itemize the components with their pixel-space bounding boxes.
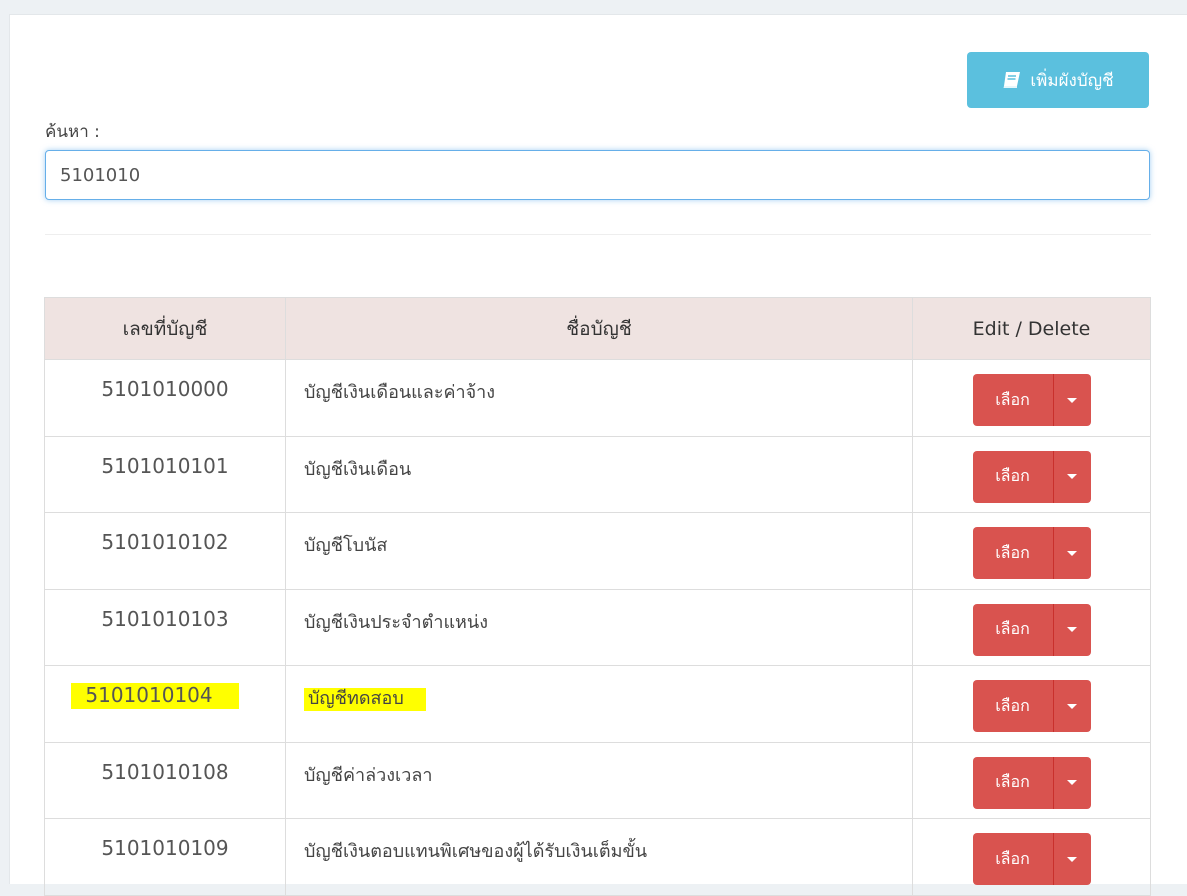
select-dropdown-toggle[interactable]	[1052, 680, 1091, 732]
select-dropdown-toggle[interactable]	[1052, 450, 1091, 503]
account-number-cell: 5101010104	[44, 665, 286, 743]
select-button[interactable]: เลือก	[972, 527, 1053, 579]
header-actions: Edit / Delete	[912, 297, 1151, 360]
select-button[interactable]: เลือก	[972, 680, 1053, 732]
account-number-cell: 5101010108	[44, 741, 286, 819]
account-name: บัญชีเงินเดือน	[304, 458, 412, 480]
account-number-cell: 5101010000	[44, 359, 286, 437]
table-row: 5101010000 บัญชีเงินเดือนและค่าจ้าง เลือ…	[44, 359, 1151, 437]
account-number: 5101010108	[101, 759, 229, 784]
actions-cell: เลือก	[912, 512, 1151, 590]
select-dropdown-toggle[interactable]	[1052, 833, 1091, 885]
account-name-cell: บัญชีเงินเดือนและค่าจ้าง	[285, 359, 913, 437]
select-button[interactable]: เลือก	[972, 450, 1053, 503]
account-name-cell: บัญชีค่าล่วงเวลา	[285, 741, 913, 819]
caret-down-icon	[1067, 550, 1077, 556]
select-button-group: เลือก	[972, 603, 1091, 656]
caret-down-icon	[1067, 474, 1077, 479]
caret-down-icon	[1067, 856, 1077, 862]
caret-down-icon	[1067, 627, 1077, 632]
select-button-group: เลือก	[972, 680, 1091, 732]
account-number: 5101010102	[101, 530, 229, 554]
select-dropdown-toggle[interactable]	[1052, 603, 1091, 656]
table-row: 5101010101 บัญชีเงินเดือน เลือก	[44, 435, 1151, 513]
select-button-group: เลือก	[972, 756, 1091, 809]
actions-cell: เลือก	[912, 741, 1151, 819]
account-name-cell: บัญชีโบนัส	[285, 512, 913, 590]
select-button[interactable]: เลือก	[972, 756, 1053, 809]
actions-cell: เลือก	[912, 359, 1151, 437]
select-button[interactable]: เลือก	[972, 374, 1053, 426]
search-label: ค้นหา :	[45, 122, 100, 142]
select-dropdown-toggle[interactable]	[1052, 374, 1091, 426]
content-panel: เพิ่มผังบัญชี ค้นหา : เลขที่บัญชี ชื่อบั…	[9, 14, 1187, 896]
select-button[interactable]: เลือก	[972, 833, 1053, 885]
header-account-number: เลขที่บัญชี	[44, 297, 286, 360]
book-icon	[1002, 71, 1022, 89]
account-name: บัญชีเงินตอบแทนพิเศษของผู้ได้รับเงินเต็ม…	[304, 841, 648, 862]
caret-down-icon	[1067, 397, 1077, 403]
account-name: บัญชีเงินเดือนและค่าจ้าง	[304, 382, 496, 403]
table-row: 5101010103 บัญชีเงินประจำตำแหน่ง เลือก	[44, 588, 1151, 666]
account-name: บัญชีค่าล่วงเวลา	[304, 764, 433, 786]
account-name-cell: บัญชีเงินประจำตำแหน่ง	[285, 588, 913, 666]
select-button[interactable]: เลือก	[972, 603, 1053, 656]
account-name-highlighted: บัญชีทดสอบ	[304, 688, 426, 711]
account-name: บัญชีเงินประจำตำแหน่ง	[304, 611, 488, 633]
select-dropdown-toggle[interactable]	[1052, 756, 1091, 809]
search-input[interactable]	[45, 150, 1150, 200]
account-number-cell: 5101010101	[44, 435, 286, 513]
select-button-group: เลือก	[972, 374, 1091, 426]
account-number-cell: 5101010102	[44, 512, 286, 590]
add-chart-of-accounts-button[interactable]: เพิ่มผังบัญชี	[967, 52, 1149, 108]
account-number-cell: 5101010103	[44, 588, 286, 666]
account-number: 5101010103	[101, 606, 229, 631]
select-button-group: เลือก	[972, 450, 1091, 503]
header-account-name: ชื่อบัญชี	[285, 297, 913, 360]
actions-cell: เลือก	[912, 588, 1151, 666]
account-number: 5101010109	[101, 836, 229, 860]
caret-down-icon	[1067, 703, 1077, 709]
account-name-cell: บัญชีทดสอบ	[285, 665, 913, 743]
table-header-row: เลขที่บัญชี ชื่อบัญชี Edit / Delete	[44, 297, 1151, 360]
table-row: 5101010104 บัญชีทดสอบ เลือก	[44, 665, 1151, 743]
select-button-group: เลือก	[972, 833, 1091, 885]
caret-down-icon	[1067, 780, 1077, 785]
select-dropdown-toggle[interactable]	[1052, 527, 1091, 579]
table-row: 5101010108 บัญชีค่าล่วงเวลา เลือก	[44, 741, 1151, 819]
actions-cell: เลือก	[912, 665, 1151, 743]
accounts-table: เลขที่บัญชี ชื่อบัญชี Edit / Delete 5101…	[44, 297, 1151, 896]
account-name-cell: บัญชีเงินเดือน	[285, 435, 913, 513]
add-button-label: เพิ่มผังบัญชี	[1030, 70, 1114, 91]
account-number: 5101010101	[101, 453, 229, 478]
account-number-highlighted: 5101010104	[71, 683, 239, 709]
actions-cell: เลือก	[912, 435, 1151, 513]
account-name: บัญชีโบนัส	[304, 535, 388, 556]
account-number: 5101010000	[101, 377, 229, 401]
table-row: 5101010102 บัญชีโบนัส เลือก	[44, 512, 1151, 590]
select-button-group: เลือก	[972, 527, 1091, 579]
divider	[45, 234, 1151, 235]
